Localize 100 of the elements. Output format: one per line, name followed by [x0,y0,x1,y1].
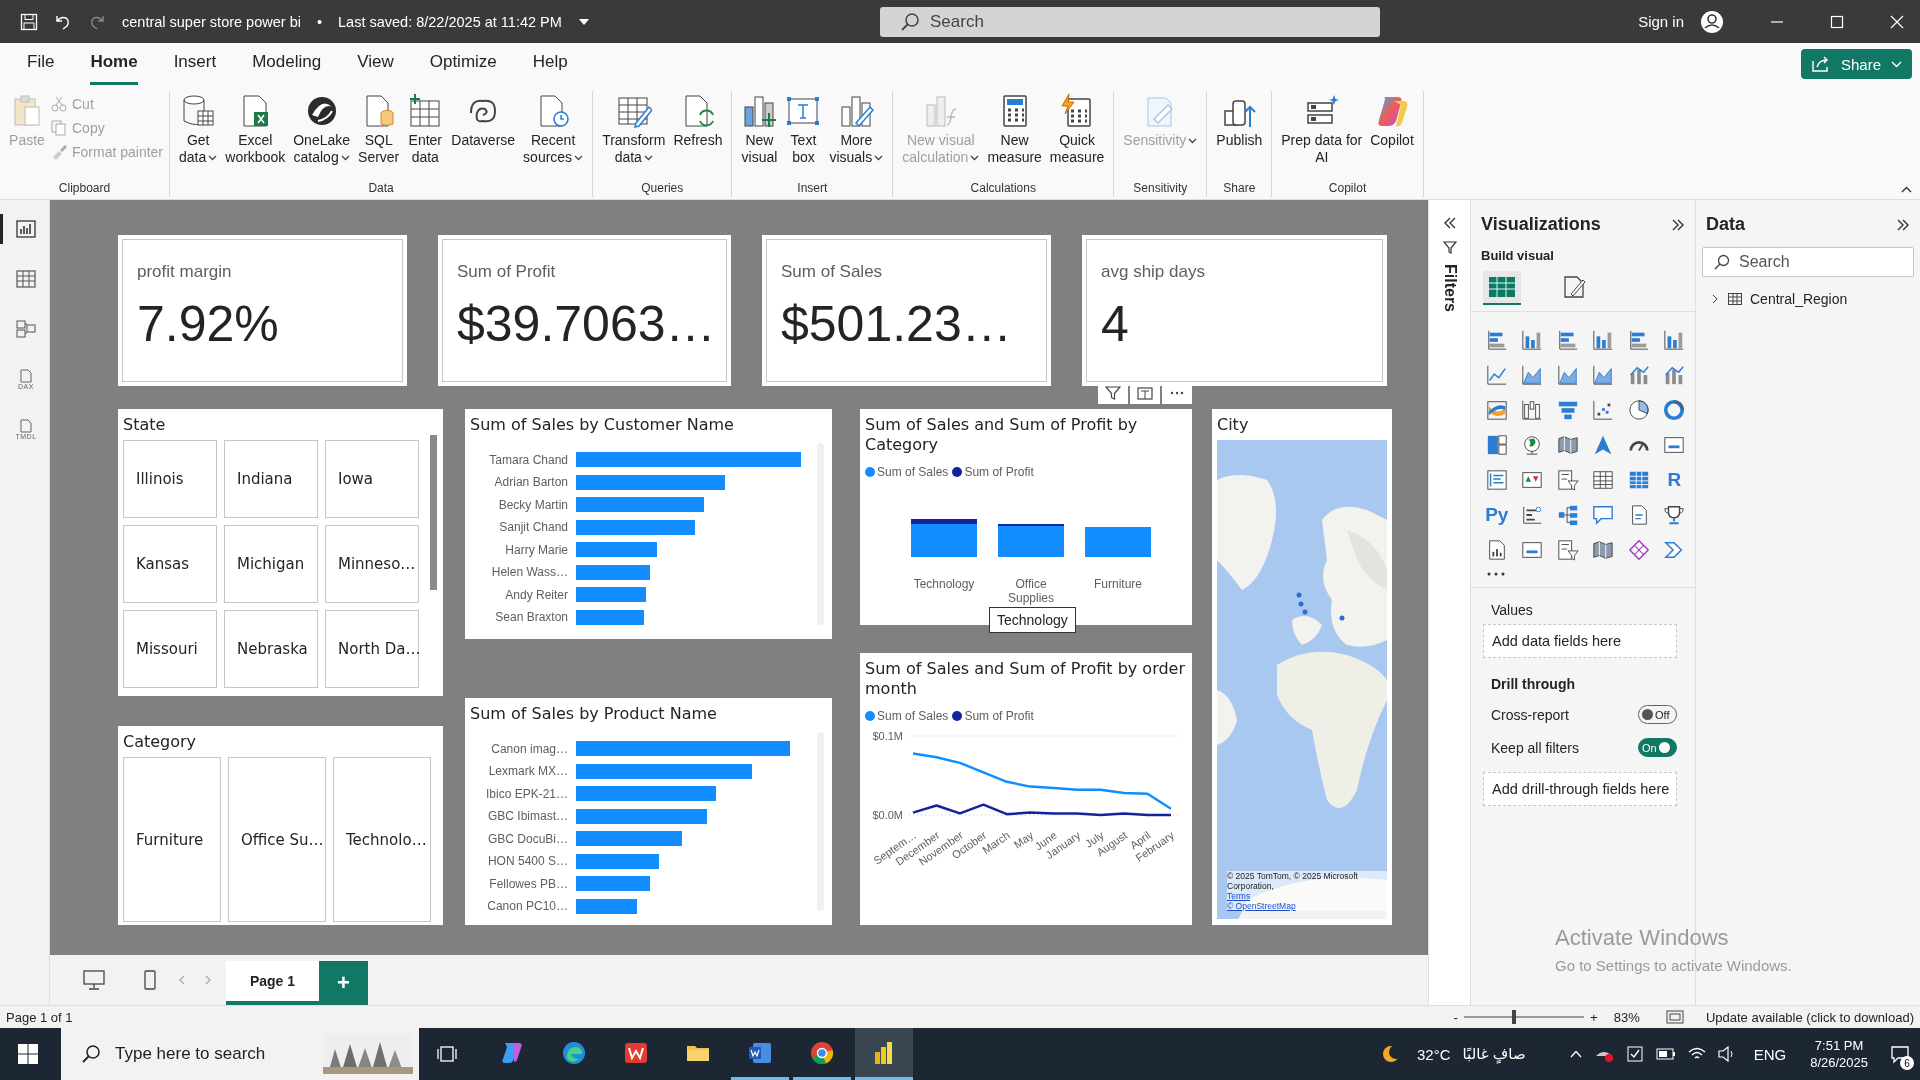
filters-pane-label[interactable]: Filters [1440,264,1459,312]
openstreetmap-link[interactable]: © OpenStreetMap [1227,901,1387,911]
wifi-icon[interactable] [1687,1047,1706,1061]
bar[interactable] [576,474,725,490]
maximize-icon[interactable] [1830,14,1844,29]
update-link[interactable]: Update available (click to download) [1705,1009,1914,1025]
ribbon-button[interactable]: Refresh [670,91,726,151]
line-chart-icon[interactable] [1485,363,1508,386]
battery-icon[interactable] [1655,1048,1676,1060]
slicer-tile[interactable]: Iowa [325,440,419,518]
area-chart-icon[interactable] [1556,363,1579,386]
column-chart-icon[interactable] [1521,328,1544,351]
ribbon-button[interactable]: Recent sources [520,91,587,168]
zoom-out-button[interactable]: - [1453,1009,1459,1025]
bar-chart-icon[interactable] [1485,328,1508,351]
more-icon[interactable] [1487,571,1505,577]
close-icon[interactable] [1890,14,1904,29]
bar-chart-icon[interactable] [1627,328,1650,351]
bar[interactable] [576,609,644,625]
drop-zone[interactable]: Add drill-through fields here [1483,772,1677,806]
task-view-icon[interactable] [437,1045,457,1063]
ribbon-button[interactable]: New measure [984,91,1045,168]
menu-tab[interactable]: View [357,52,394,85]
ribbon-button[interactable]: Prep data for AI [1278,91,1366,168]
ribbon-button[interactable]: Copilot [1367,91,1417,151]
terms-link[interactable]: Terms [1227,891,1387,901]
ribbon-button[interactable]: Dataverse [448,91,519,151]
caret-icon[interactable] [577,17,590,26]
bar[interactable] [576,853,660,869]
toggle-switch[interactable]: On [1638,738,1677,757]
search-field[interactable]: Search [1702,247,1914,277]
combo-chart-icon[interactable] [1663,363,1686,386]
share-button[interactable]: Share [1800,49,1912,79]
taskbar-app[interactable] [855,1028,913,1080]
collapse-pane-icon[interactable] [1442,216,1457,230]
avatar-icon[interactable] [1700,9,1724,34]
column-segment[interactable] [1085,526,1151,557]
save-icon[interactable] [20,12,38,31]
slicer-tile[interactable]: Furniture [123,757,221,922]
expand-pane-icon[interactable] [1671,217,1685,232]
bar[interactable] [576,564,651,580]
trophy-icon[interactable] [1663,503,1686,526]
menu-tab[interactable]: Modeling [252,52,322,85]
menu-tab[interactable]: Insert [173,52,217,85]
ribbon-chart-icon[interactable] [1485,398,1508,421]
area-chart-icon[interactable] [1521,363,1544,386]
slicer-tile[interactable]: Kansas [123,525,217,603]
decomposition-tree-icon[interactable] [1556,503,1579,526]
ribbon-button[interactable]: Get data [176,91,221,168]
desktop-icon[interactable] [83,970,105,990]
bar[interactable] [576,808,707,824]
clock[interactable]: 7:51 PM 8/26/2025 [1810,1037,1868,1071]
ribbon-button[interactable]: OneLake catalog [290,91,354,168]
slider-thumb[interactable] [1512,1010,1517,1024]
search-field[interactable]: Search [880,6,1380,37]
slicer-tile[interactable]: Indiana [224,440,318,518]
ribbon-button[interactable]: Transform data [599,91,669,168]
ribbon-button[interactable]: More visuals [826,91,887,168]
scrollbar[interactable] [430,435,437,590]
slicer-tile[interactable]: Illinois [123,440,217,518]
column-chart-icon[interactable] [1663,328,1686,351]
ribbon-button[interactable]: SQL Server [355,91,403,168]
slicer-icon[interactable] [1556,538,1579,561]
ribbon-button[interactable]: Quick measure [1046,91,1108,168]
focus-mode-icon[interactable] [1137,385,1153,401]
ribbon-button[interactable]: New visual [738,91,781,168]
scatter-chart-icon[interactable] [1592,398,1615,421]
slicer-tile[interactable]: Missouri [123,610,217,688]
page-tab[interactable]: Page 1 [226,961,319,1005]
table-icon[interactable] [1592,468,1615,491]
tree-item[interactable]: Central_Region [1696,289,1920,309]
multi-row-card-icon[interactable] [1485,468,1508,491]
language-indicator[interactable]: ENG [1753,1045,1787,1063]
ribbon-button[interactable]: Excel workbook [222,91,289,168]
treemap-icon[interactable] [1485,433,1508,456]
bar[interactable] [576,763,752,779]
drop-zone[interactable]: Add data fields here [1483,624,1677,658]
slicer-tile[interactable]: North Da… [325,610,419,688]
collapse-icon[interactable] [1901,186,1912,193]
menu-tab[interactable]: File [27,52,55,85]
speaker-icon[interactable] [1717,1046,1736,1062]
chevron-up-icon[interactable] [1569,1050,1582,1058]
ribbon-button[interactable]: Text box [782,91,825,168]
phone-icon[interactable] [144,970,156,990]
pie-chart-icon[interactable] [1627,398,1650,421]
windows-start-icon[interactable] [17,1043,39,1065]
combo-chart-icon[interactable] [1627,363,1650,386]
slicer-tile[interactable]: Technolo… [333,757,431,922]
menu-tab[interactable]: Optimize [429,52,497,85]
slicer-icon[interactable] [1556,468,1579,491]
bar[interactable] [576,519,696,535]
build-visual-tab[interactable] [1483,271,1521,305]
diamond-icon[interactable] [1627,538,1650,561]
line-series[interactable] [912,803,1171,817]
add-page-button[interactable]: + [319,961,368,1005]
column-chart-icon[interactable] [1592,328,1615,351]
speech-bubble-icon[interactable] [1592,503,1615,526]
slicer-tile[interactable]: Michigan [224,525,318,603]
bar[interactable] [576,898,637,914]
security-icon[interactable] [1625,1045,1644,1063]
